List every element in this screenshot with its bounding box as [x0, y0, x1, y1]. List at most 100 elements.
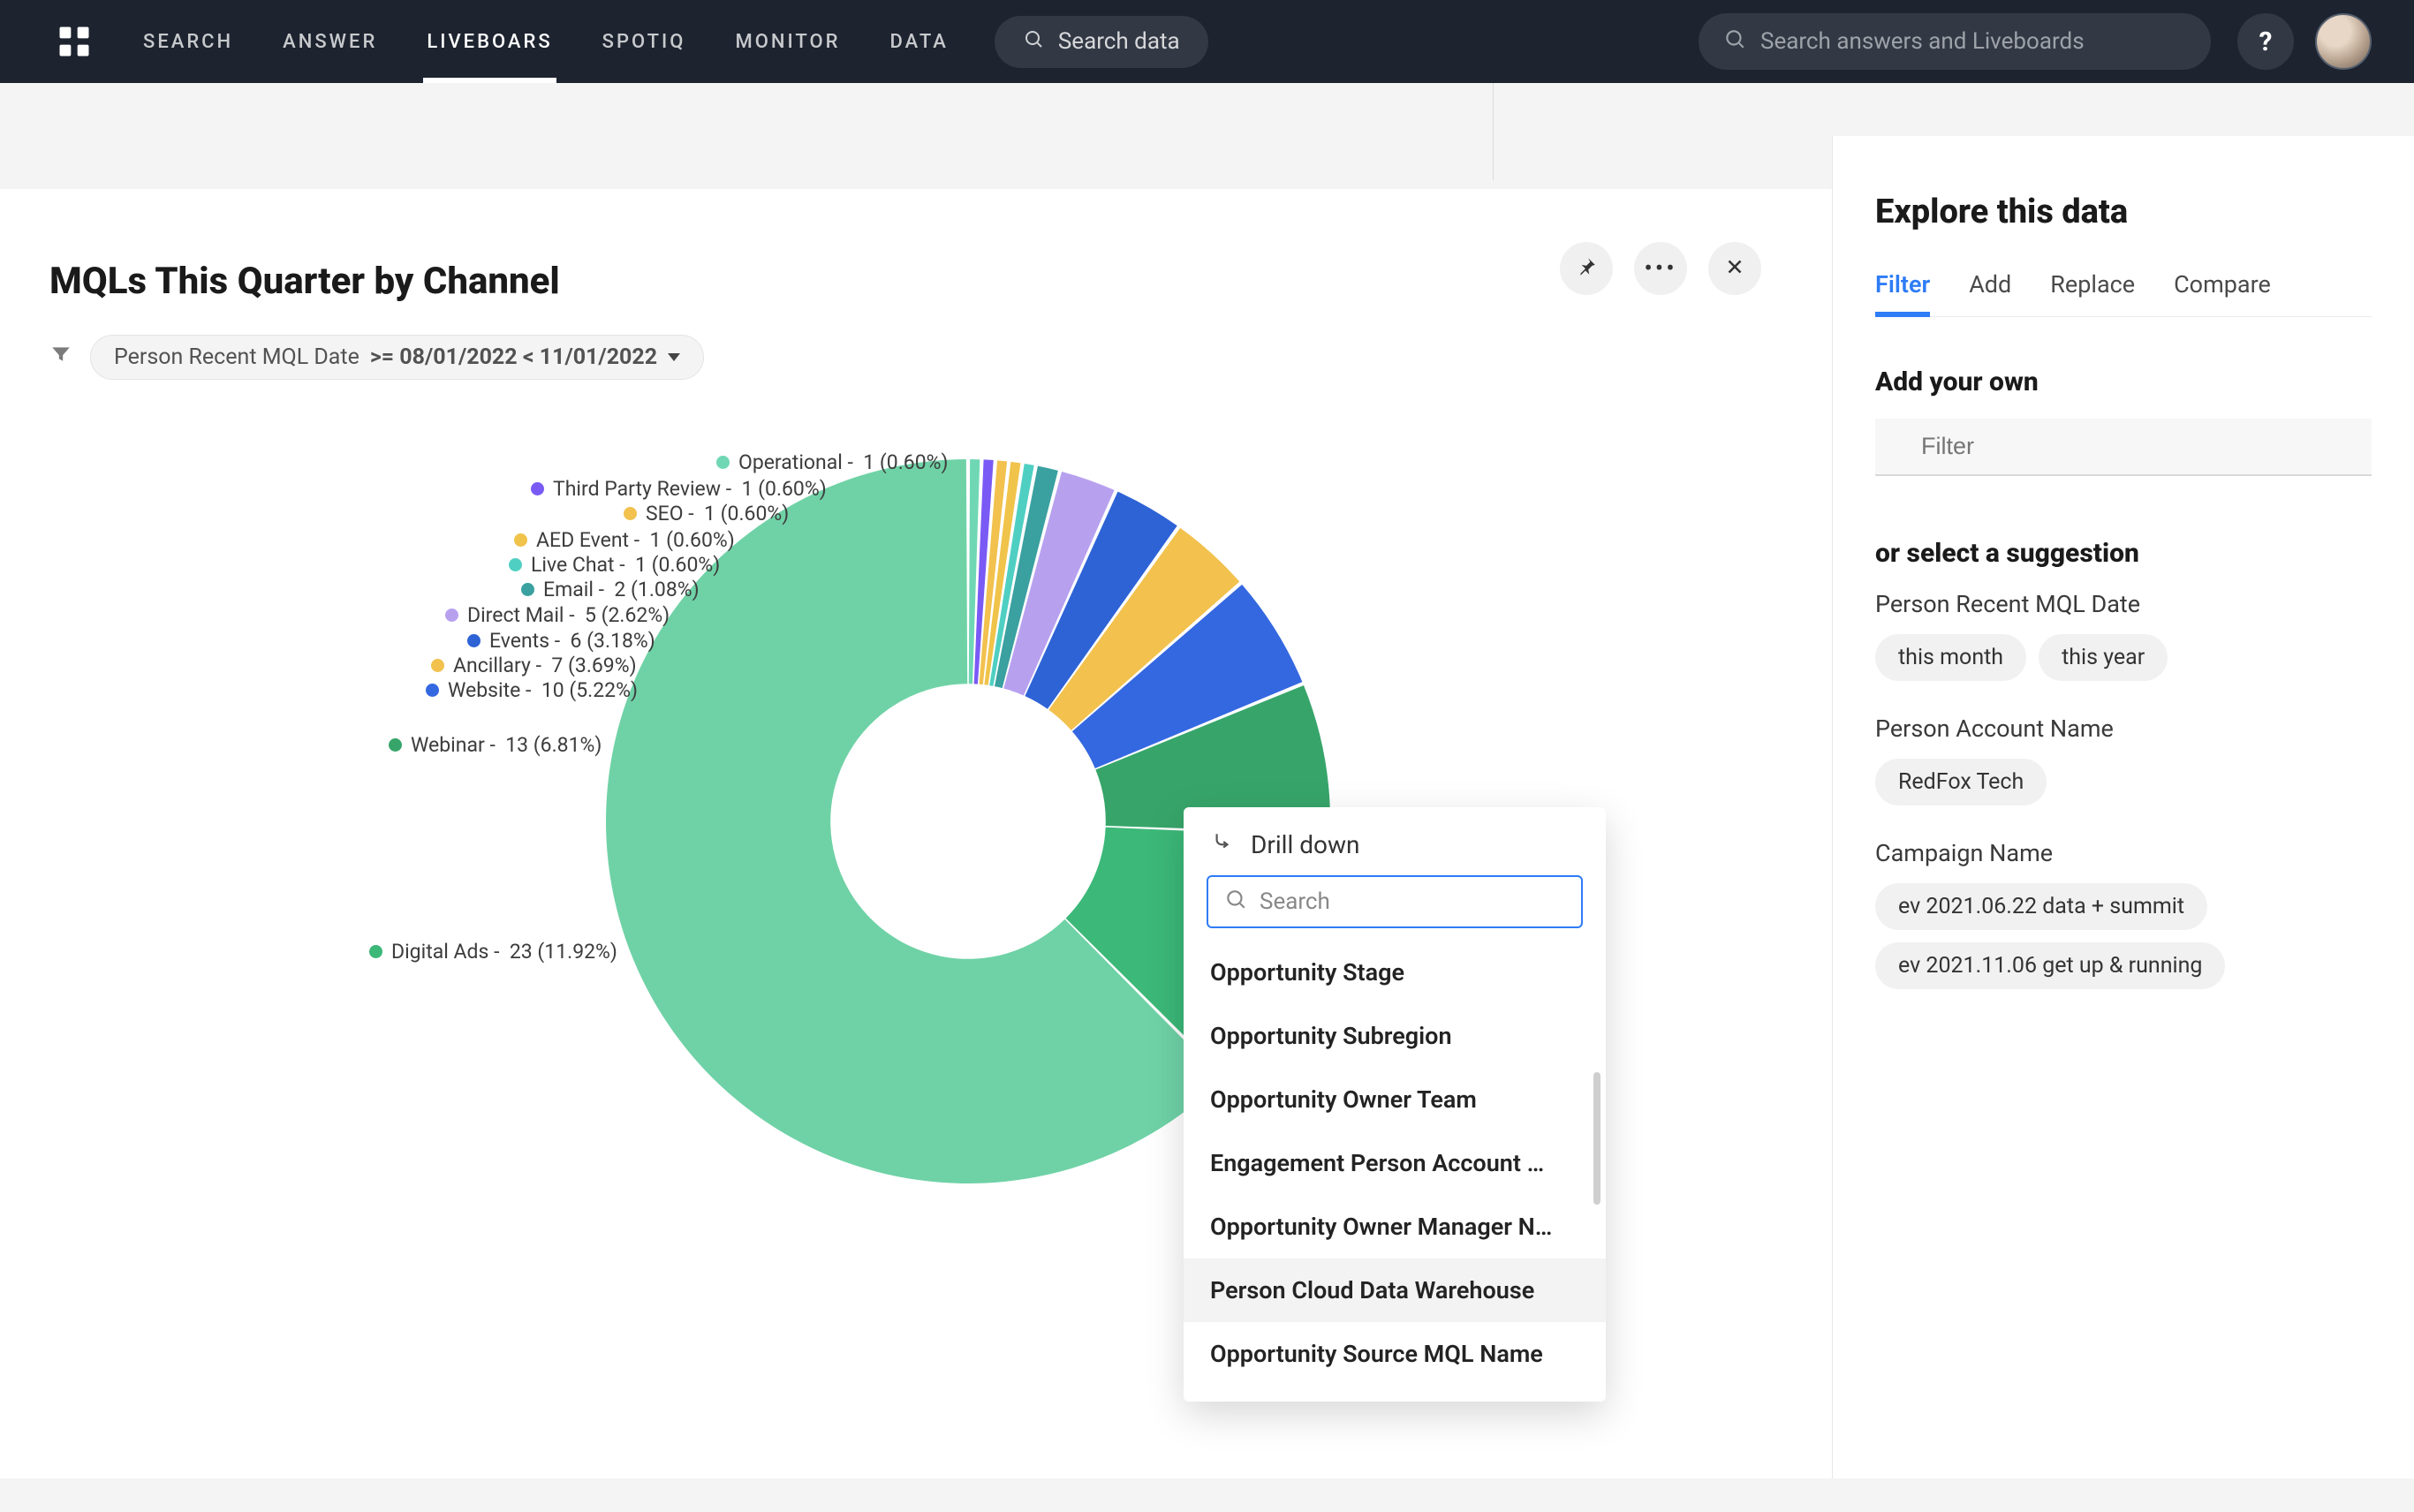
suggestion-chip-row: ev 2021.06.22 data + summit ev 2021.11.06… — [1875, 883, 2372, 989]
legend-item[interactable]: Website - 10 (5.22%) — [426, 678, 638, 702]
global-search[interactable]: Search answers and Liveboards — [1699, 13, 2211, 70]
nav-monitor[interactable]: MONITOR — [731, 1, 844, 83]
more-button[interactable]: ••• — [1634, 242, 1687, 295]
drilldown-title: Drill down — [1251, 830, 1360, 859]
legend-label: Events - 6 (3.18%) — [489, 629, 655, 653]
legend-swatch — [624, 507, 637, 520]
canvas: MQLs This Quarter by Channel ••• — [0, 83, 1832, 1470]
more-icon: ••• — [1644, 256, 1676, 281]
drilldown-item[interactable]: Opportunity Source MQL Name — [1184, 1322, 1606, 1386]
pin-button[interactable] — [1560, 242, 1613, 295]
legend-label: SEO - 1 (0.60%) — [646, 502, 789, 525]
drilldown-item[interactable]: Person Cloud Data Warehouse — [1184, 1259, 1606, 1322]
legend-item[interactable]: Events - 6 (3.18%) — [467, 629, 655, 653]
divider — [1493, 83, 1494, 180]
close-button[interactable] — [1708, 242, 1761, 295]
search-icon — [1224, 888, 1247, 917]
legend-swatch — [389, 738, 402, 752]
drilldown-item[interactable]: Opportunity Subregion — [1184, 1004, 1606, 1068]
drilldown-item[interactable]: Engagement Person Account … — [1184, 1131, 1606, 1195]
search-icon — [1023, 28, 1044, 56]
nav-liveboards[interactable]: LIVEBOARS — [423, 1, 556, 83]
drilldown-search-placeholder: Search — [1260, 888, 1330, 915]
suggestion-group-label: Person Account Name — [1875, 714, 2372, 743]
suggestion-chip[interactable]: this month — [1875, 634, 2026, 681]
legend-label: Webinar - 13 (6.81%) — [411, 733, 602, 757]
legend-swatch — [431, 659, 444, 672]
card-actions: ••• — [1560, 242, 1761, 295]
nav-data[interactable]: DATA — [887, 1, 952, 83]
legend-label: AED Event - 1 (0.60%) — [536, 528, 735, 552]
legend-item[interactable]: AED Event - 1 (0.60%) — [514, 528, 735, 552]
legend-item[interactable]: Digital Ads - 23 (11.92%) — [369, 940, 617, 964]
legend-swatch — [509, 558, 522, 571]
explore-title: Explore this data — [1875, 193, 2372, 231]
card-title: MQLs This Quarter by Channel — [49, 260, 1782, 303]
legend-swatch — [369, 945, 382, 958]
legend-swatch — [521, 583, 534, 596]
nav-spotiq[interactable]: SPOTIQ — [599, 1, 690, 83]
filter-icon[interactable] — [49, 343, 72, 372]
tab-replace[interactable]: Replace — [2050, 270, 2135, 316]
legend-swatch — [426, 684, 439, 697]
top-nav: SEARCH ANSWER LIVEBOARS SPOTIQ MONITOR D… — [0, 0, 2414, 83]
legend-swatch — [531, 482, 544, 495]
help-button[interactable]: ? — [2237, 13, 2294, 70]
legend-item[interactable]: Live Chat - 1 (0.60%) — [509, 553, 720, 577]
drilldown-item[interactable]: Opportunity Owner Team — [1184, 1068, 1606, 1131]
avatar[interactable] — [2315, 13, 2372, 70]
nav-items: SEARCH ANSWER LIVEBOARS SPOTIQ MONITOR D… — [140, 1, 952, 83]
drilldown-item[interactable]: Opportunity Owner Manager N… — [1184, 1195, 1606, 1259]
legend-item[interactable]: Webinar - 13 (6.81%) — [389, 733, 602, 757]
suggestion-group-label: Campaign Name — [1875, 839, 2372, 867]
legend-swatch — [467, 634, 481, 647]
suggestion-chip[interactable]: RedFox Tech — [1875, 759, 2047, 805]
legend-label: Operational - 1 (0.60%) — [738, 450, 949, 474]
search-data-button[interactable]: Search data — [995, 16, 1208, 68]
suggestion-chip[interactable]: this year — [2039, 634, 2168, 681]
brand-logo[interactable] — [53, 20, 95, 63]
workspace: MQLs This Quarter by Channel ••• — [0, 83, 2414, 1470]
legend-item[interactable]: SEO - 1 (0.60%) — [624, 502, 789, 525]
search-data-label: Search data — [1058, 28, 1180, 55]
tab-add[interactable]: Add — [1969, 270, 2011, 316]
legend-label: Live Chat - 1 (0.60%) — [531, 553, 720, 577]
nav-search[interactable]: SEARCH — [140, 1, 237, 83]
explore-panel: Explore this data Filter Add Replace Com… — [1832, 136, 2414, 1478]
legend-item[interactable]: Third Party Review - 1 (0.60%) — [531, 477, 827, 501]
suggestion-chip[interactable]: ev 2021.06.22 data + summit — [1875, 883, 2207, 930]
viz-card: MQLs This Quarter by Channel ••• — [0, 189, 1832, 1478]
drilldown-arrow-icon — [1210, 830, 1233, 859]
drilldown-header: Drill down — [1184, 830, 1606, 875]
legend-item[interactable]: Ancillary - 7 (3.69%) — [431, 654, 637, 677]
suggestion-chip[interactable]: ev 2021.11.06 get up & running — [1875, 942, 2225, 989]
close-icon — [1723, 255, 1746, 282]
legend-item[interactable]: Email - 2 (1.08%) — [521, 578, 700, 601]
drilldown-search[interactable]: Search — [1207, 875, 1583, 928]
pin-icon — [1575, 255, 1598, 282]
nav-answer[interactable]: ANSWER — [279, 1, 381, 83]
legend-swatch — [445, 609, 458, 622]
scrollbar[interactable] — [1593, 1072, 1601, 1205]
suggestion-chip-row: this month this year — [1875, 634, 2372, 681]
add-your-own-heading: Add your own — [1875, 367, 2372, 397]
tab-compare[interactable]: Compare — [2174, 270, 2271, 316]
tab-filter[interactable]: Filter — [1875, 270, 1930, 316]
filter-chip-field: Person Recent MQL Date — [114, 344, 359, 370]
suggestion-group-label: Person Recent MQL Date — [1875, 590, 2372, 618]
legend-item[interactable]: Direct Mail - 5 (2.62%) — [445, 603, 670, 627]
legend-swatch — [514, 533, 527, 547]
filter-bar: Person Recent MQL Date >= 08/01/2022 < 1… — [49, 335, 1782, 380]
global-search-placeholder: Search answers and Liveboards — [1760, 28, 2085, 55]
legend-item[interactable]: Operational - 1 (0.60%) — [716, 450, 949, 474]
explore-tabs: Filter Add Replace Compare — [1875, 270, 2372, 317]
drilldown-list: Opportunity StageOpportunity SubregionOp… — [1184, 941, 1606, 1386]
legend-swatch — [716, 456, 730, 469]
filter-chip-date[interactable]: Person Recent MQL Date >= 08/01/2022 < 1… — [90, 335, 704, 380]
drilldown-item[interactable]: Opportunity Stage — [1184, 941, 1606, 1004]
filter-input[interactable] — [1875, 419, 2372, 476]
legend-label: Email - 2 (1.08%) — [543, 578, 700, 601]
legend-label: Third Party Review - 1 (0.60%) — [553, 477, 827, 501]
legend-label: Digital Ads - 23 (11.92%) — [391, 940, 617, 964]
suggestion-heading: or select a suggestion — [1875, 538, 2372, 569]
